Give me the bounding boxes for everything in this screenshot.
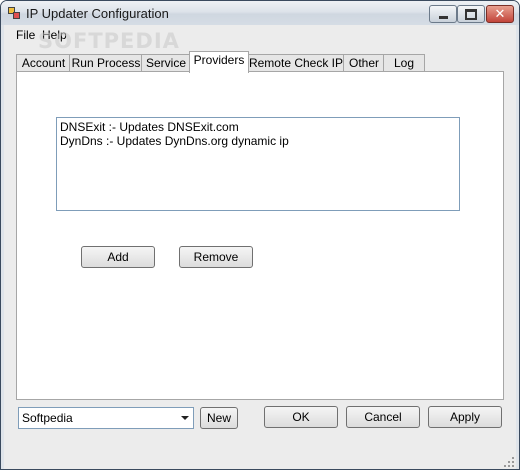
ok-button[interactable]: OK <box>264 406 338 428</box>
app-window: IP Updater Configuration ✕ File Help SOF… <box>0 0 520 470</box>
tab-remote-check-ip[interactable]: Remote Check IP <box>247 54 345 72</box>
maximize-button[interactable] <box>457 5 485 23</box>
tab-account[interactable]: Account <box>16 54 71 72</box>
maximize-icon <box>465 8 477 20</box>
window-title: IP Updater Configuration <box>26 6 169 21</box>
new-button[interactable]: New <box>200 407 238 429</box>
tab-providers[interactable]: Providers <box>189 51 249 73</box>
tab-run-process[interactable]: Run Process <box>69 54 143 72</box>
minimize-button[interactable] <box>429 5 457 23</box>
resize-grip-icon[interactable] <box>504 457 514 467</box>
close-button[interactable]: ✕ <box>486 5 514 23</box>
menu-file[interactable]: File <box>16 28 35 42</box>
chevron-down-icon[interactable] <box>181 416 189 420</box>
tab-service[interactable]: Service <box>141 54 191 72</box>
title-bar[interactable]: IP Updater Configuration ✕ <box>1 1 519 25</box>
tab-log[interactable]: Log <box>383 54 425 72</box>
remove-button[interactable]: Remove <box>179 246 253 268</box>
providers-tab-panel: DNSExit :- Updates DNSExit.com DynDns :-… <box>16 71 504 400</box>
providers-listbox[interactable]: DNSExit :- Updates DNSExit.com DynDns :-… <box>56 117 460 211</box>
tab-other[interactable]: Other <box>343 54 385 72</box>
client-area: File Help SOFTPEDIA Account Run Process … <box>4 25 516 469</box>
cancel-button[interactable]: Cancel <box>346 406 420 428</box>
apply-button[interactable]: Apply <box>428 406 502 428</box>
add-button[interactable]: Add <box>81 246 155 268</box>
list-item[interactable]: DNSExit :- Updates DNSExit.com <box>60 120 239 134</box>
profile-combobox[interactable]: Softpedia <box>18 407 194 429</box>
profile-value: Softpedia <box>22 411 73 425</box>
minimize-icon <box>438 15 448 19</box>
close-icon: ✕ <box>494 6 506 22</box>
softpedia-watermark: SOFTPEDIA <box>38 29 180 53</box>
list-item[interactable]: DynDns :- Updates DynDns.org dynamic ip <box>60 134 289 148</box>
menu-bar: File Help SOFTPEDIA <box>4 25 516 53</box>
app-icon <box>8 7 20 19</box>
